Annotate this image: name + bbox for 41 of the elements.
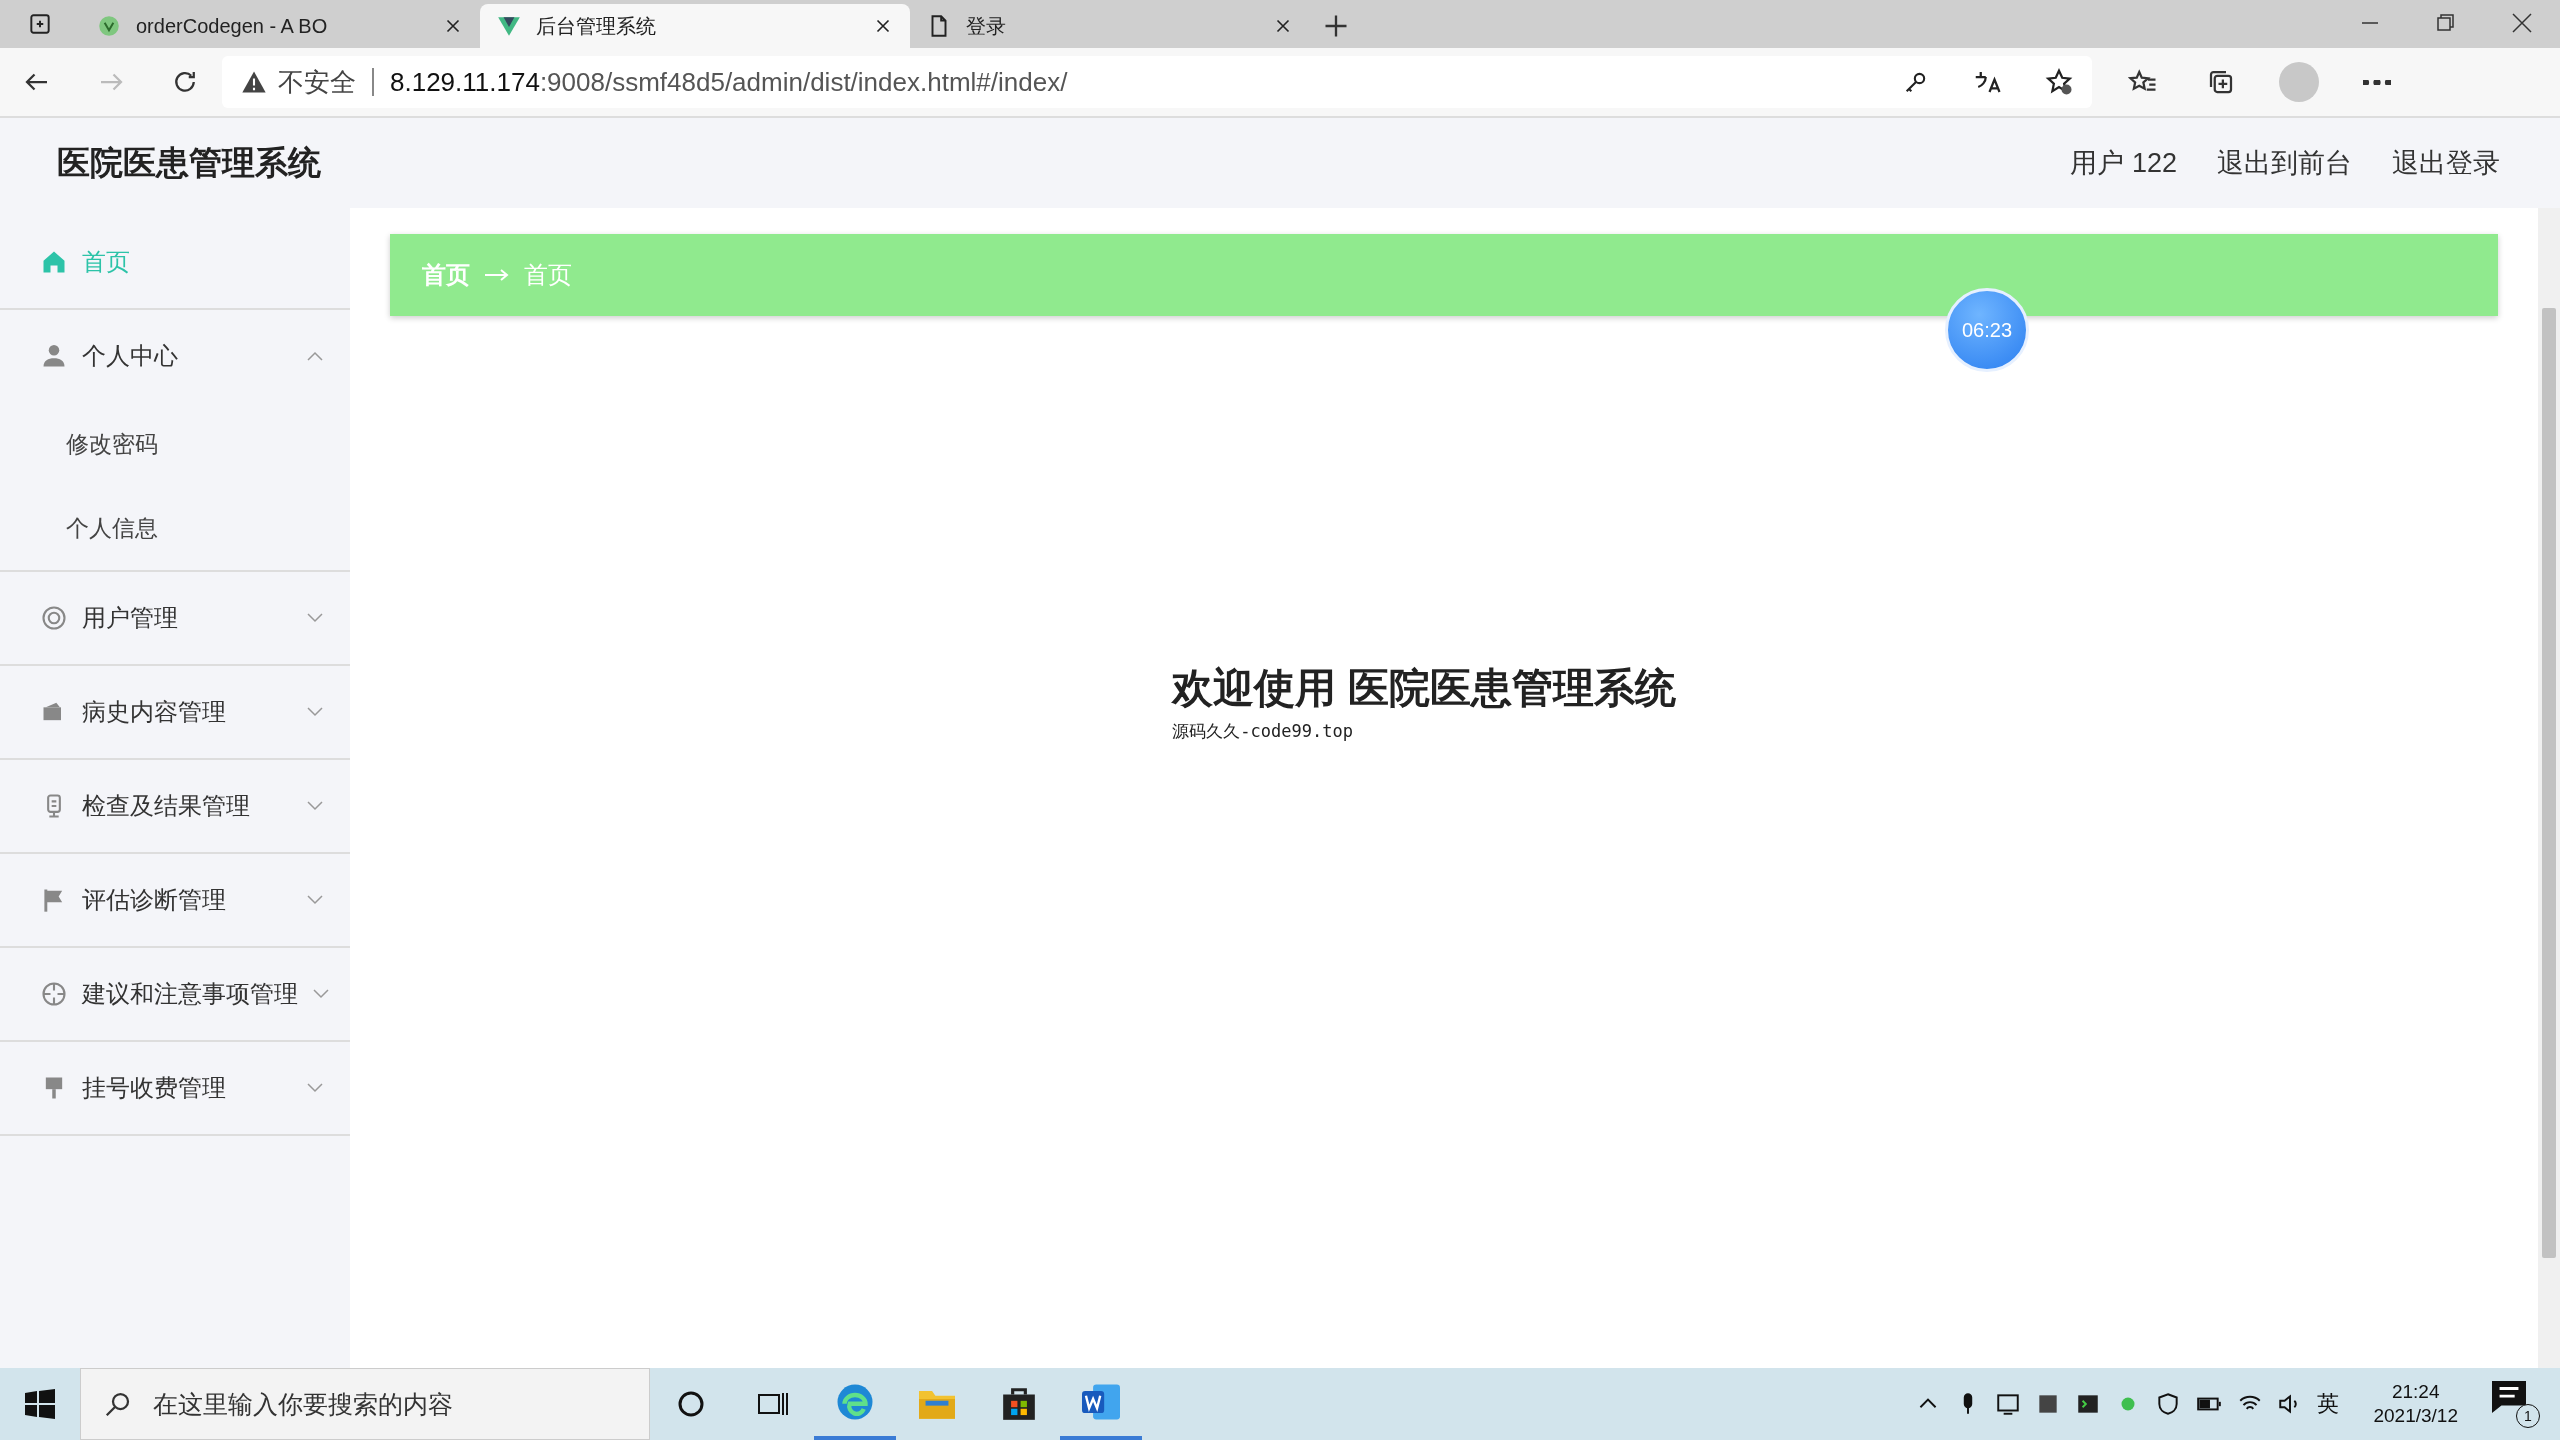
browser-tab[interactable]: 后台管理系统 (480, 4, 910, 48)
tab-actions-icon (27, 11, 53, 37)
page-icon (96, 13, 122, 39)
clock-date: 2021/3/12 (2373, 1404, 2458, 1428)
windows-icon (25, 1389, 55, 1419)
welcome-subtitle: 源码久久-code99.top (1172, 720, 1354, 743)
sidebar-item[interactable]: 评估诊断管理 (0, 854, 350, 946)
sidebar-item[interactable]: 用户管理 (0, 572, 350, 664)
notification-button[interactable]: 1 (2492, 1380, 2540, 1428)
user-label: 用户 122 (2070, 147, 2177, 180)
app-title: 医院医患管理系统 (57, 142, 321, 183)
scrollbar-thumb[interactable] (2542, 308, 2556, 1258)
sidebar-item[interactable]: 检查及结果管理 (0, 760, 350, 852)
header-link[interactable]: 退出到前台 (2217, 145, 2352, 181)
clock-time: 21:24 (2391, 1380, 2440, 1404)
sidebar-item[interactable]: 病史内容管理 (0, 666, 350, 758)
arrow-icon (484, 268, 510, 282)
star-add-icon (2044, 67, 2074, 97)
submenu-item[interactable]: 个人信息 (0, 486, 350, 570)
dots-icon (2363, 79, 2391, 85)
message-icon (2492, 1380, 2526, 1414)
search-placeholder: 在这里输入你要搜索的内容 (153, 1388, 453, 1420)
sidebar-item[interactable]: 建议和注意事项管理 (0, 948, 350, 1040)
taskbar-search-field[interactable]: 在这里输入你要搜索的内容 (80, 1368, 650, 1440)
welcome-title: 欢迎使用 医院医患管理系统 (1172, 664, 1676, 713)
browser-tab[interactable]: 登录 (910, 4, 1310, 48)
browser-tab[interactable]: orderCodegen - A BO (80, 4, 480, 48)
sidebar-item[interactable]: 个人中心 (0, 310, 350, 402)
url-text: 8.129.11.174:9008/ssmf48d5/admin/dist/index.html#/index/ (390, 66, 1068, 98)
clock[interactable]: 21:24 2021/3/12 (2373, 1380, 2458, 1428)
submenu-item[interactable]: 修改密码 (0, 402, 350, 486)
monitor-icon (1995, 1391, 2022, 1417)
crosshair-icon (40, 980, 68, 1008)
timer-badge: 06:23 (1945, 288, 2029, 372)
address-bar[interactable]: 不安全 8.129.11.174:9008/ssmf48d5/admin/dist/index.html#/index/ (222, 56, 2092, 108)
security-warning: 不安全 (278, 65, 356, 99)
header-link[interactable]: 退出登录 (2392, 145, 2500, 181)
sidebar-item[interactable]: 挂号收费管理 (0, 1042, 350, 1134)
ring-icon (40, 604, 68, 632)
notification-count: 1 (2516, 1404, 2540, 1428)
input-method[interactable]: 英 (2317, 1389, 2340, 1419)
